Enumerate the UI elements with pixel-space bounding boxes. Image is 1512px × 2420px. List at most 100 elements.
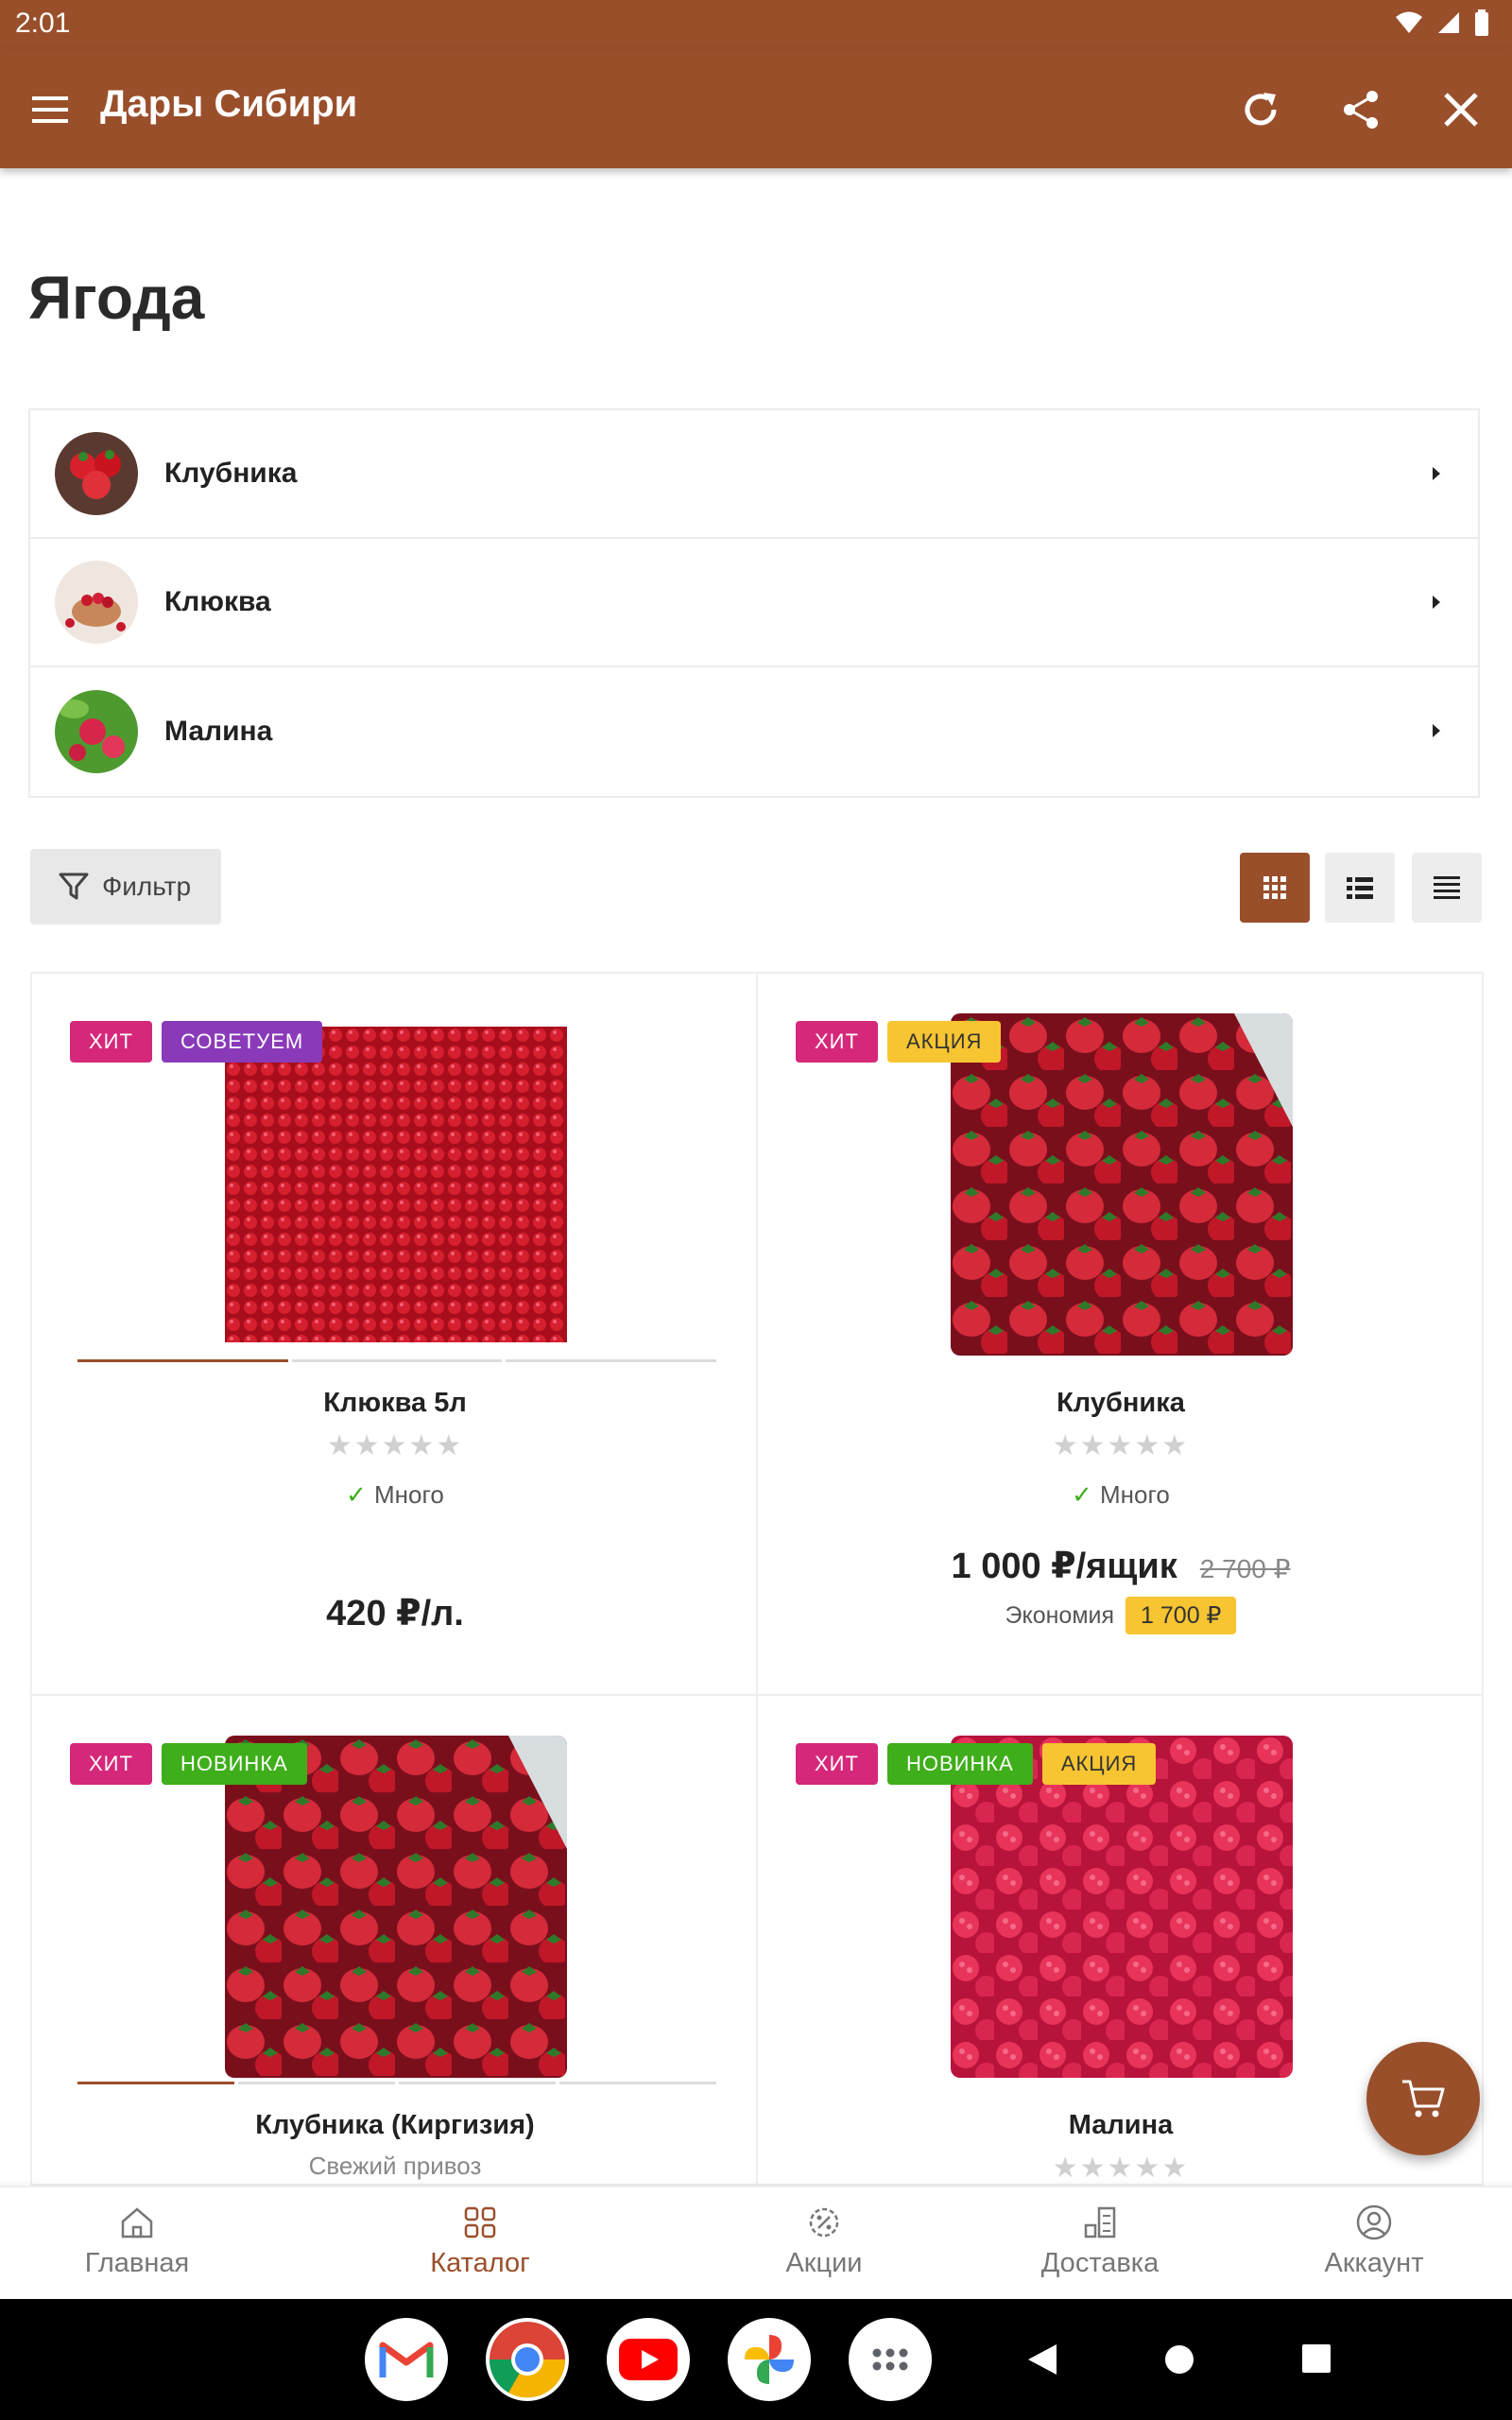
grid-view-icon bbox=[1263, 876, 1286, 899]
close-icon bbox=[1444, 93, 1478, 127]
nav-label: Каталог bbox=[430, 2248, 530, 2278]
badge-hit: ХИТ bbox=[796, 1021, 878, 1063]
table-view-icon bbox=[1434, 876, 1460, 899]
caret-right-icon bbox=[1433, 596, 1440, 609]
battery-icon bbox=[1475, 9, 1488, 36]
category-label: Клюква bbox=[164, 586, 271, 617]
view-grid-button[interactable] bbox=[1240, 853, 1310, 923]
filter-icon bbox=[59, 873, 89, 900]
delivery-icon bbox=[1084, 2206, 1116, 2238]
category-label: Малина bbox=[164, 716, 273, 747]
rating-stars: ★★★★★ bbox=[1052, 2152, 1190, 2184]
product-card[interactable]: ХИТ СОВЕТУЕМ Клюква 5л ★★★★★ ✓ Много 420 … bbox=[32, 974, 758, 1696]
caret-right-icon bbox=[1433, 724, 1440, 737]
app-drawer-icon[interactable] bbox=[849, 2318, 932, 2401]
caret-right-icon bbox=[1433, 467, 1440, 480]
nav-item-home[interactable]: Главная bbox=[33, 2201, 241, 2279]
category-item-cranberry[interactable]: Клюква bbox=[30, 539, 1478, 667]
badge-sale: АКЦИЯ bbox=[1041, 1743, 1157, 1785]
badge-group: ХИТ АКЦИЯ bbox=[796, 1021, 1002, 1063]
product-price: 420 ₽/л. bbox=[326, 1594, 464, 1634]
filter-button[interactable]: Фильтр bbox=[30, 849, 221, 925]
category-item-strawberry[interactable]: Клубника bbox=[30, 410, 1478, 539]
old-price: 2 700 ₽ bbox=[1199, 1554, 1291, 1583]
product-image[interactable] bbox=[225, 1027, 567, 1342]
close-button[interactable] bbox=[1433, 81, 1489, 138]
product-image[interactable] bbox=[225, 1736, 567, 2078]
nav-item-promotions[interactable]: Акции bbox=[720, 2201, 928, 2279]
badge-group: ХИТ НОВИНКА АКЦИЯ bbox=[796, 1743, 1157, 1785]
app-bar: Дары Сибири bbox=[0, 49, 1512, 168]
refresh-icon bbox=[1245, 93, 1277, 126]
nav-item-catalog[interactable]: Каталог bbox=[376, 2201, 584, 2279]
product-image[interactable] bbox=[951, 1013, 1293, 1356]
wifi-icon bbox=[1396, 11, 1422, 33]
view-table-button[interactable] bbox=[1412, 853, 1482, 923]
image-carousel-indicator bbox=[77, 2082, 716, 2084]
product-name[interactable]: Клюква 5л bbox=[32, 1388, 758, 1419]
product-price: 1 000 ₽/ящик 2 700 ₽ bbox=[951, 1547, 1291, 1586]
rating-stars: ★★★★★ bbox=[1052, 1430, 1190, 1461]
badge-group: ХИТ СОВЕТУЕМ bbox=[70, 1021, 323, 1063]
recents-icon[interactable] bbox=[1302, 2344, 1331, 2373]
nav-label: Доставка bbox=[1040, 2248, 1160, 2278]
page-title: Ягода bbox=[28, 264, 205, 332]
cart-button[interactable] bbox=[1366, 2042, 1480, 2155]
nav-item-account[interactable]: Аккаунт bbox=[1270, 2201, 1478, 2279]
badge-hit: ХИТ bbox=[796, 1743, 878, 1785]
stock-status: ✓ Много bbox=[346, 1480, 444, 1509]
status-time: 2:01 bbox=[15, 8, 71, 39]
home-icon bbox=[121, 2207, 153, 2238]
badge-recommend: СОВЕТУЕМ bbox=[161, 1021, 323, 1063]
photos-app-icon[interactable] bbox=[728, 2318, 811, 2401]
account-icon bbox=[1356, 2204, 1392, 2240]
category-item-raspberry[interactable]: Малина bbox=[30, 667, 1478, 796]
catalog-icon bbox=[464, 2206, 496, 2238]
badge-hit: ХИТ bbox=[70, 1021, 152, 1063]
filter-label: Фильтр bbox=[102, 872, 192, 901]
image-carousel-indicator bbox=[77, 1359, 717, 1362]
category-thumbnail bbox=[55, 690, 138, 773]
status-bar: 2:01 bbox=[0, 0, 1512, 49]
category-label: Клубника bbox=[164, 458, 298, 489]
system-navigation-bar bbox=[0, 2299, 1512, 2420]
menu-icon[interactable] bbox=[28, 87, 74, 132]
stock-status: ✓ Много bbox=[1072, 1480, 1170, 1509]
badge-hit: ХИТ bbox=[70, 1743, 152, 1785]
gmail-app-icon[interactable] bbox=[365, 2318, 448, 2401]
home-nav-icon[interactable] bbox=[1164, 2344, 1194, 2375]
product-image[interactable] bbox=[951, 1736, 1293, 2078]
view-list-button[interactable] bbox=[1325, 853, 1395, 923]
badge-new: НОВИНКА bbox=[161, 1743, 307, 1785]
youtube-app-icon[interactable] bbox=[607, 2318, 690, 2401]
subcategory-list: Клубника Клюква Малина bbox=[28, 408, 1480, 798]
badge-group: ХИТ НОВИНКА bbox=[70, 1743, 307, 1785]
app-title: Дары Сибири bbox=[100, 83, 358, 125]
discount-icon bbox=[809, 2207, 839, 2238]
list-view-icon bbox=[1347, 877, 1373, 899]
chrome-app-icon[interactable] bbox=[486, 2318, 569, 2401]
cart-icon bbox=[1402, 2080, 1445, 2118]
product-card[interactable]: ХИТ АКЦИЯ Клубника ★★★★★ ✓ Много 1 000 ₽/… bbox=[758, 974, 1484, 1696]
check-icon: ✓ bbox=[1072, 1480, 1092, 1509]
back-icon[interactable] bbox=[1026, 2342, 1058, 2377]
check-icon: ✓ bbox=[346, 1480, 367, 1509]
category-thumbnail bbox=[55, 561, 138, 644]
nav-label: Главная bbox=[84, 2248, 190, 2278]
bottom-navigation: Главная Каталог Акции Доставка Аккаунт bbox=[0, 2186, 1512, 2299]
economy-value: 1 700 ₽ bbox=[1125, 1597, 1237, 1634]
share-icon bbox=[1344, 91, 1378, 129]
refresh-button[interactable] bbox=[1232, 81, 1289, 138]
product-grid: ХИТ СОВЕТУЕМ Клюква 5л ★★★★★ ✓ Много 420 … bbox=[30, 972, 1484, 2418]
share-button[interactable] bbox=[1332, 81, 1389, 138]
product-subtitle: Свежий привоз bbox=[308, 2152, 482, 2180]
product-name[interactable]: Клубника bbox=[758, 1388, 1484, 1419]
badge-new: НОВИНКА bbox=[886, 1743, 1033, 1785]
category-thumbnail bbox=[55, 432, 138, 515]
product-name[interactable]: Клубника (Киргизия) bbox=[32, 2110, 758, 2141]
status-icons bbox=[1395, 9, 1489, 36]
nav-item-delivery[interactable]: Доставка bbox=[996, 2201, 1204, 2279]
economy-row: Экономия 1 700 ₽ bbox=[758, 1597, 1484, 1634]
nav-label: Аккаунт bbox=[1324, 2248, 1424, 2278]
badge-sale: АКЦИЯ bbox=[886, 1021, 1002, 1063]
